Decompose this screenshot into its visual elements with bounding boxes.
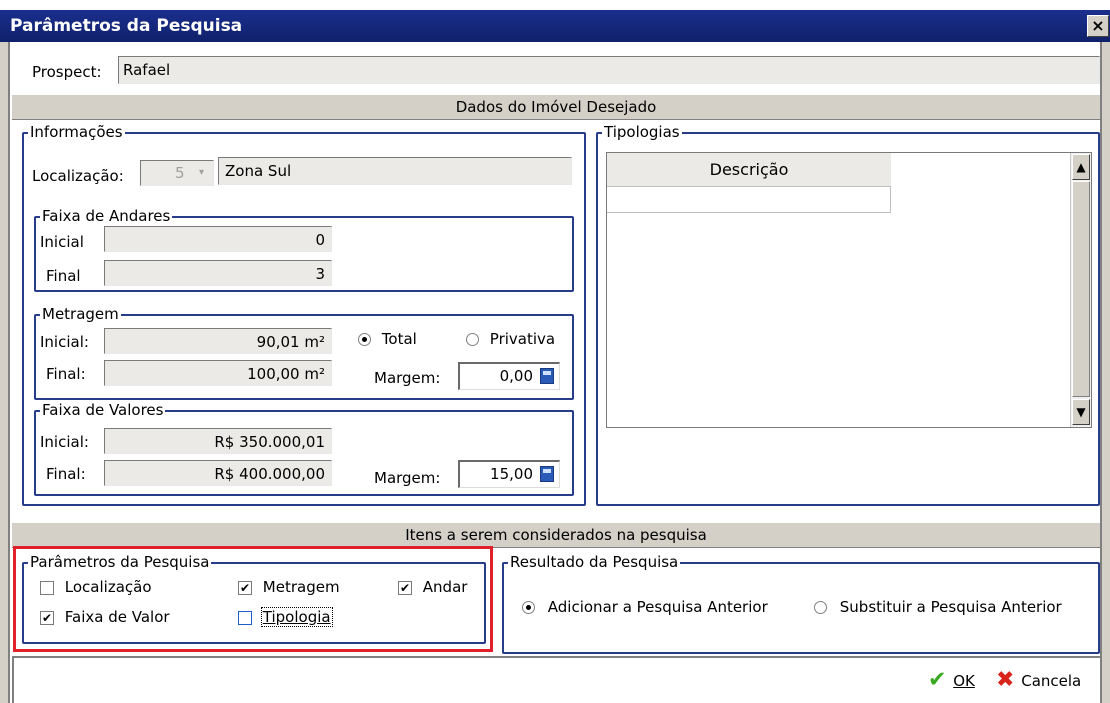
checkbox-tipologia[interactable]: Tipologia [238, 607, 333, 627]
tipologias-row[interactable] [607, 187, 891, 213]
checkbox-faixa-valor-label: Faixa de Valor [64, 608, 170, 626]
checkbox-metragem-label: Metragem [262, 578, 340, 596]
arrow-up-icon: ▲ [1076, 160, 1086, 174]
prospect-label: Prospect: [32, 63, 102, 81]
scroll-down-button[interactable]: ▼ [1072, 399, 1090, 425]
metragem-inicial-label: Inicial: [40, 333, 89, 351]
checkbox-unchecked-icon [238, 610, 252, 625]
close-button[interactable]: × [1087, 15, 1109, 37]
checkmark-ok-icon: ✔ [928, 667, 947, 693]
valores-final-label: Final: [46, 465, 86, 483]
andares-final-field[interactable]: 3 [104, 260, 332, 286]
parametros-title: Parâmetros da Pesquisa [28, 553, 212, 571]
metragem-privativa-label: Privativa [489, 330, 556, 348]
informacoes-title: Informações [28, 123, 125, 141]
metragem-total-label: Total [381, 330, 417, 348]
resultado-title: Resultado da Pesquisa [508, 553, 681, 571]
radio-unchecked-icon [466, 333, 479, 346]
checkbox-unchecked-icon [40, 580, 54, 595]
window-title: Parâmetros da Pesquisa [0, 10, 1110, 42]
metragem-margem-value: 0,00 [499, 367, 533, 385]
prospect-field[interactable]: Rafael [118, 56, 1100, 84]
checkbox-andar-label: Andar [422, 578, 468, 596]
cancel-label: Cancela [1021, 671, 1082, 690]
resultado-substituir-radio[interactable]: Substituir a Pesquisa Anterior [814, 598, 1062, 616]
valores-margem-field[interactable]: 15,00 [458, 460, 560, 488]
checkmark-icon: ✔ [238, 580, 252, 595]
cross-cancel-icon: ✖ [996, 667, 1015, 693]
itens-section-header: Itens a serem considerados na pesquisa [12, 522, 1100, 548]
metragem-final-field[interactable]: 100,00 m² [104, 360, 332, 386]
valores-inicial-label: Inicial: [40, 433, 89, 451]
ok-button[interactable]: ✔ OK [928, 668, 975, 692]
andares-inicial-label: Inicial [40, 233, 84, 251]
metragem-title: Metragem [40, 305, 121, 323]
scroll-thumb[interactable] [1072, 181, 1090, 397]
radio-unchecked-icon [814, 601, 827, 614]
checkbox-localizacao-label: Localização [64, 578, 152, 596]
localizacao-label: Localização: [32, 167, 124, 185]
checkbox-metragem[interactable]: ✔ Metragem [238, 578, 340, 596]
tipologias-scrollbar[interactable]: ▲ ▼ [1070, 153, 1091, 427]
scroll-up-button[interactable]: ▲ [1072, 154, 1090, 180]
tipologias-column-header[interactable]: Descrição [607, 153, 891, 187]
chevron-down-icon: ▾ [199, 167, 205, 178]
calculator-icon[interactable] [540, 368, 554, 384]
checkbox-tipologia-label: Tipologia [260, 607, 333, 627]
radio-checked-icon [358, 333, 371, 346]
checkmark-icon: ✔ [398, 580, 412, 595]
cancel-button[interactable]: ✖ Cancela [996, 668, 1081, 692]
close-icon: × [1091, 16, 1105, 35]
ok-label: OK [953, 671, 975, 690]
resultado-adicionar-label: Adicionar a Pesquisa Anterior [547, 598, 768, 616]
checkbox-andar[interactable]: ✔ Andar [398, 578, 467, 596]
valores-margem-label: Margem: [374, 469, 441, 487]
valores-margem-value: 15,00 [490, 465, 533, 483]
resultado-substituir-label: Substituir a Pesquisa Anterior [839, 598, 1062, 616]
localizacao-code-select[interactable]: 5 ▾ [140, 160, 214, 186]
andares-title: Faixa de Andares [40, 207, 173, 225]
andares-inicial-field[interactable]: 0 [104, 226, 332, 252]
valores-inicial-field[interactable]: R$ 350.000,01 [104, 428, 332, 454]
valores-final-field[interactable]: R$ 400.000,00 [104, 460, 332, 486]
checkmark-icon: ✔ [40, 610, 54, 625]
tipologias-title: Tipologias [602, 123, 682, 141]
localizacao-name-field[interactable]: Zona Sul [218, 157, 572, 185]
checkbox-faixa-valor[interactable]: ✔ Faixa de Valor [40, 608, 170, 626]
calculator-icon[interactable] [540, 466, 554, 482]
arrow-down-icon: ▼ [1076, 405, 1086, 419]
metragem-privativa-radio[interactable]: Privativa [466, 330, 555, 348]
valores-title: Faixa de Valores [40, 401, 166, 419]
radio-checked-icon [522, 601, 535, 614]
andares-final-label: Final [46, 267, 81, 285]
window-frame-right [1100, 42, 1110, 703]
metragem-margem-label: Margem: [374, 369, 441, 387]
localizacao-code: 5 [175, 164, 185, 182]
checkbox-localizacao[interactable]: Localização [40, 578, 152, 596]
window-frame-left [0, 42, 10, 703]
metragem-inicial-field[interactable]: 90,01 m² [104, 328, 332, 354]
metragem-total-radio[interactable]: Total [358, 330, 417, 348]
parametros-group: Parâmetros da Pesquisa [22, 553, 486, 644]
imovel-section-header: Dados do Imóvel Desejado [12, 94, 1100, 120]
resultado-adicionar-radio[interactable]: Adicionar a Pesquisa Anterior [522, 598, 768, 616]
metragem-margem-field[interactable]: 0,00 [458, 362, 560, 390]
metragem-final-label: Final: [46, 365, 86, 383]
